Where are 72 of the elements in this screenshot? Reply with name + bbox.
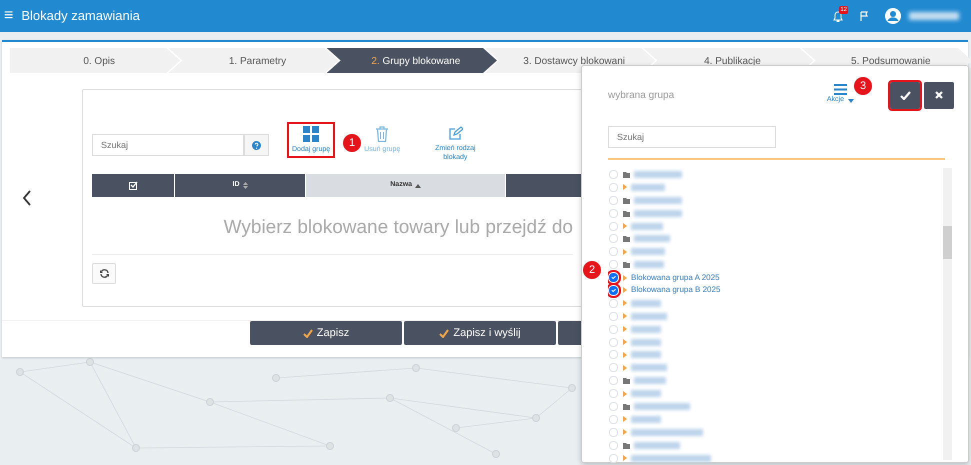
redacted-label: [634, 170, 682, 178]
redacted-label: [634, 210, 682, 217]
dialog-title: wybrana grupa: [608, 88, 674, 102]
redacted-label: [631, 248, 665, 256]
search-field[interactable]: Szukaj: [92, 134, 244, 156]
search-field[interactable]: Szukaj: [608, 126, 776, 148]
redacted-label: [634, 196, 682, 204]
redacted-label: [634, 235, 670, 242]
empty-table-message: Wybierz blokowane towary lub przejdź do: [92, 197, 573, 256]
folder-icon: [623, 235, 630, 242]
redacted-username: [909, 12, 959, 20]
redacted-label: [631, 300, 661, 307]
sort-icon: [242, 182, 248, 190]
redacted-label: [631, 326, 661, 333]
refresh-icon: [100, 269, 108, 278]
avatar-icon[interactable]: [885, 8, 901, 24]
folder-icon: [623, 442, 630, 449]
tree-item-label[interactable]: Blokowana grupa A 2025: [631, 272, 720, 284]
caret-icon: [848, 98, 854, 102]
redacted-label: [631, 416, 661, 423]
close-icon: [935, 91, 943, 99]
step-tab[interactable]: 1. Parametry: [168, 48, 339, 73]
redacted-label: [631, 222, 663, 230]
check-icon: [302, 328, 313, 338]
help-icon: [252, 140, 261, 150]
check-icon: [900, 90, 910, 100]
save-button[interactable]: Zapisz i wyślij: [404, 321, 556, 345]
folder-icon: [623, 261, 630, 268]
close-button[interactable]: [924, 82, 954, 108]
bell-icon[interactable]: [833, 10, 843, 22]
folder-icon: [623, 402, 630, 410]
checkbox[interactable]: [609, 286, 618, 295]
expand-icon[interactable]: [623, 223, 627, 229]
flag-icon[interactable]: [859, 11, 869, 21]
previous-icon[interactable]: [22, 190, 32, 206]
redacted-label: [634, 442, 680, 449]
confirm-button[interactable]: [890, 82, 920, 108]
trash-icon: [375, 126, 390, 142]
save-button[interactable]: Zapisz: [250, 321, 402, 345]
redacted-label: [631, 390, 661, 398]
expand-icon[interactable]: [623, 455, 627, 462]
redacted-label: [634, 377, 666, 384]
redacted-label: [631, 351, 661, 358]
menu-icon[interactable]: ≡: [4, 4, 14, 28]
sort-ascending-icon: [415, 184, 422, 188]
step-tab[interactable]: 0. Opis: [10, 48, 180, 73]
refresh-button[interactable]: [92, 263, 116, 284]
help-button[interactable]: [244, 134, 269, 156]
redacted-label: [631, 338, 661, 346]
expand-icon[interactable]: [623, 184, 627, 190]
check-icon: [439, 328, 450, 338]
checkbox-icon: [128, 181, 138, 190]
grid-icon: [303, 126, 320, 142]
expand-icon[interactable]: [623, 248, 627, 255]
step-tab[interactable]: 2. Grupy blokowane: [326, 48, 497, 73]
tree-item-label[interactable]: Blokowana grupa B 2025: [631, 284, 720, 296]
edit-icon: [448, 126, 463, 141]
menu-icon: [834, 84, 847, 96]
folder-icon: [623, 170, 630, 178]
redacted-label: [634, 261, 664, 268]
redacted-label: [631, 364, 667, 372]
app-title: Blokady zamawiania: [21, 7, 140, 26]
redacted-label: [631, 312, 667, 320]
column-header[interactable]: [92, 174, 176, 198]
expand-icon[interactable]: [623, 390, 627, 397]
checkbox[interactable]: [609, 273, 618, 282]
redacted-label: [631, 184, 665, 191]
folder-icon: [623, 377, 630, 384]
redacted-label: [634, 402, 690, 410]
redacted-label: [631, 428, 703, 436]
scrollbar[interactable]: [943, 168, 952, 460]
scroll-thumb[interactable]: [943, 226, 952, 259]
